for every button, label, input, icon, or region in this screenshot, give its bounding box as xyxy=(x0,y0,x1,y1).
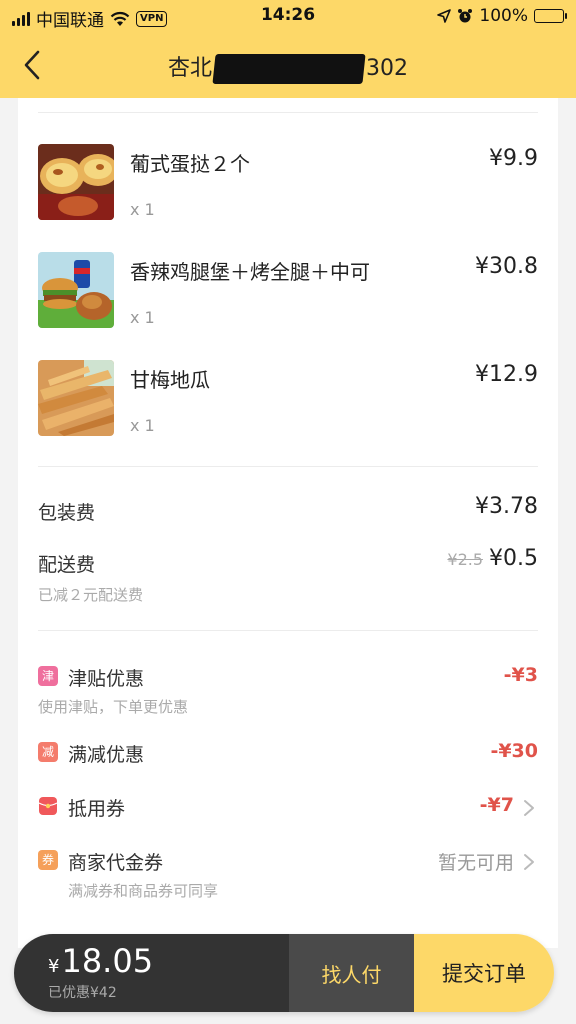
battery-icon xyxy=(534,9,567,23)
order-item: 香辣鸡腿堡＋烤全腿＋中可 ¥30.8 x 1 xyxy=(38,252,538,332)
item-name: 甘梅地瓜 xyxy=(130,368,210,392)
currency-symbol: ¥ xyxy=(48,956,60,977)
friend-pay-button[interactable]: 找人付 xyxy=(289,934,414,1012)
item-name: 葡式蛋挞２个 xyxy=(130,152,250,176)
egg-tart-image xyxy=(38,144,114,220)
packaging-fee-label: 包装费 xyxy=(38,502,96,524)
item-quantity: x 1 xyxy=(130,308,155,327)
nav-bar: 杏北 302 xyxy=(0,32,576,98)
red-envelope-icon xyxy=(38,797,58,815)
location-arrow-icon xyxy=(437,9,452,23)
page-title: 杏北 302 xyxy=(0,50,576,84)
coupon-label: 抵用券 xyxy=(68,798,126,820)
address-prefix: 杏北 xyxy=(167,56,212,81)
delivery-fee-note: 已减２元配送费 xyxy=(38,586,144,604)
divider xyxy=(38,630,538,631)
manjian-label: 满减优惠 xyxy=(68,744,145,766)
order-card: 葡式蛋挞２个 ¥9.9 x 1 香辣鸡腿堡＋烤全腿＋中可 ¥30.8 x 1 甘… xyxy=(18,98,558,948)
merchant-voucher-note: 满减券和商品券可同享 xyxy=(68,882,219,900)
address-suffix: 302 xyxy=(366,56,408,81)
status-bar: 中国联通 VPN 14:26 100% xyxy=(0,0,576,32)
item-price: ¥9.9 xyxy=(489,146,538,171)
divider xyxy=(38,466,538,467)
jintie-icon: 津 xyxy=(38,666,58,686)
voucher-icon: 券 xyxy=(38,850,58,870)
total-price: ¥18.05 xyxy=(48,942,153,980)
checkout-bar: ¥18.05 已优惠¥42 找人付 提交订单 xyxy=(14,934,554,1012)
manjian-value: -¥30 xyxy=(490,740,538,762)
header: 中国联通 VPN 14:26 100% 杏北 302 xyxy=(0,0,576,98)
order-item: 甘梅地瓜 ¥12.9 x 1 xyxy=(38,360,538,440)
alarm-icon xyxy=(458,9,473,23)
item-price: ¥12.9 xyxy=(475,362,538,387)
item-quantity: x 1 xyxy=(130,416,155,435)
jintie-label: 津贴优惠 xyxy=(68,668,145,690)
merchant-voucher-value: 暂无可用 xyxy=(437,852,514,874)
sweet-potato-fries-image xyxy=(38,360,114,436)
burger-combo-image xyxy=(38,252,114,328)
jintie-note: 使用津贴，下单更优惠 xyxy=(38,698,189,716)
item-quantity: x 1 xyxy=(130,200,155,219)
battery-percent: 100% xyxy=(479,6,528,26)
item-name: 香辣鸡腿堡＋烤全腿＋中可 xyxy=(130,260,370,284)
delivery-fee-label: 配送费 xyxy=(38,554,96,576)
delivery-fee-original: ¥2.5 xyxy=(447,550,484,569)
total-amount: 18.05 xyxy=(61,942,154,980)
redaction xyxy=(212,54,366,84)
divider xyxy=(38,112,538,113)
merchant-voucher-label: 商家代金券 xyxy=(68,852,164,874)
saved-amount: 已优惠¥42 xyxy=(48,985,117,1001)
manjian-icon: 减 xyxy=(38,742,58,762)
coupon-value: -¥7 xyxy=(479,794,514,816)
chevron-right-icon xyxy=(524,800,534,816)
order-item: 葡式蛋挞２个 ¥9.9 x 1 xyxy=(38,144,538,224)
delivery-fee-current: ¥0.5 xyxy=(489,546,538,571)
delivery-fee-value: ¥2.5 ¥0.5 xyxy=(447,546,538,571)
packaging-fee-value: ¥3.78 xyxy=(475,494,538,519)
item-price: ¥30.8 xyxy=(475,254,538,279)
total-section: ¥18.05 已优惠¥42 xyxy=(14,934,289,1012)
submit-order-button[interactable]: 提交订单 xyxy=(414,934,554,1012)
chevron-right-icon xyxy=(524,854,534,870)
jintie-value: -¥3 xyxy=(503,664,538,686)
